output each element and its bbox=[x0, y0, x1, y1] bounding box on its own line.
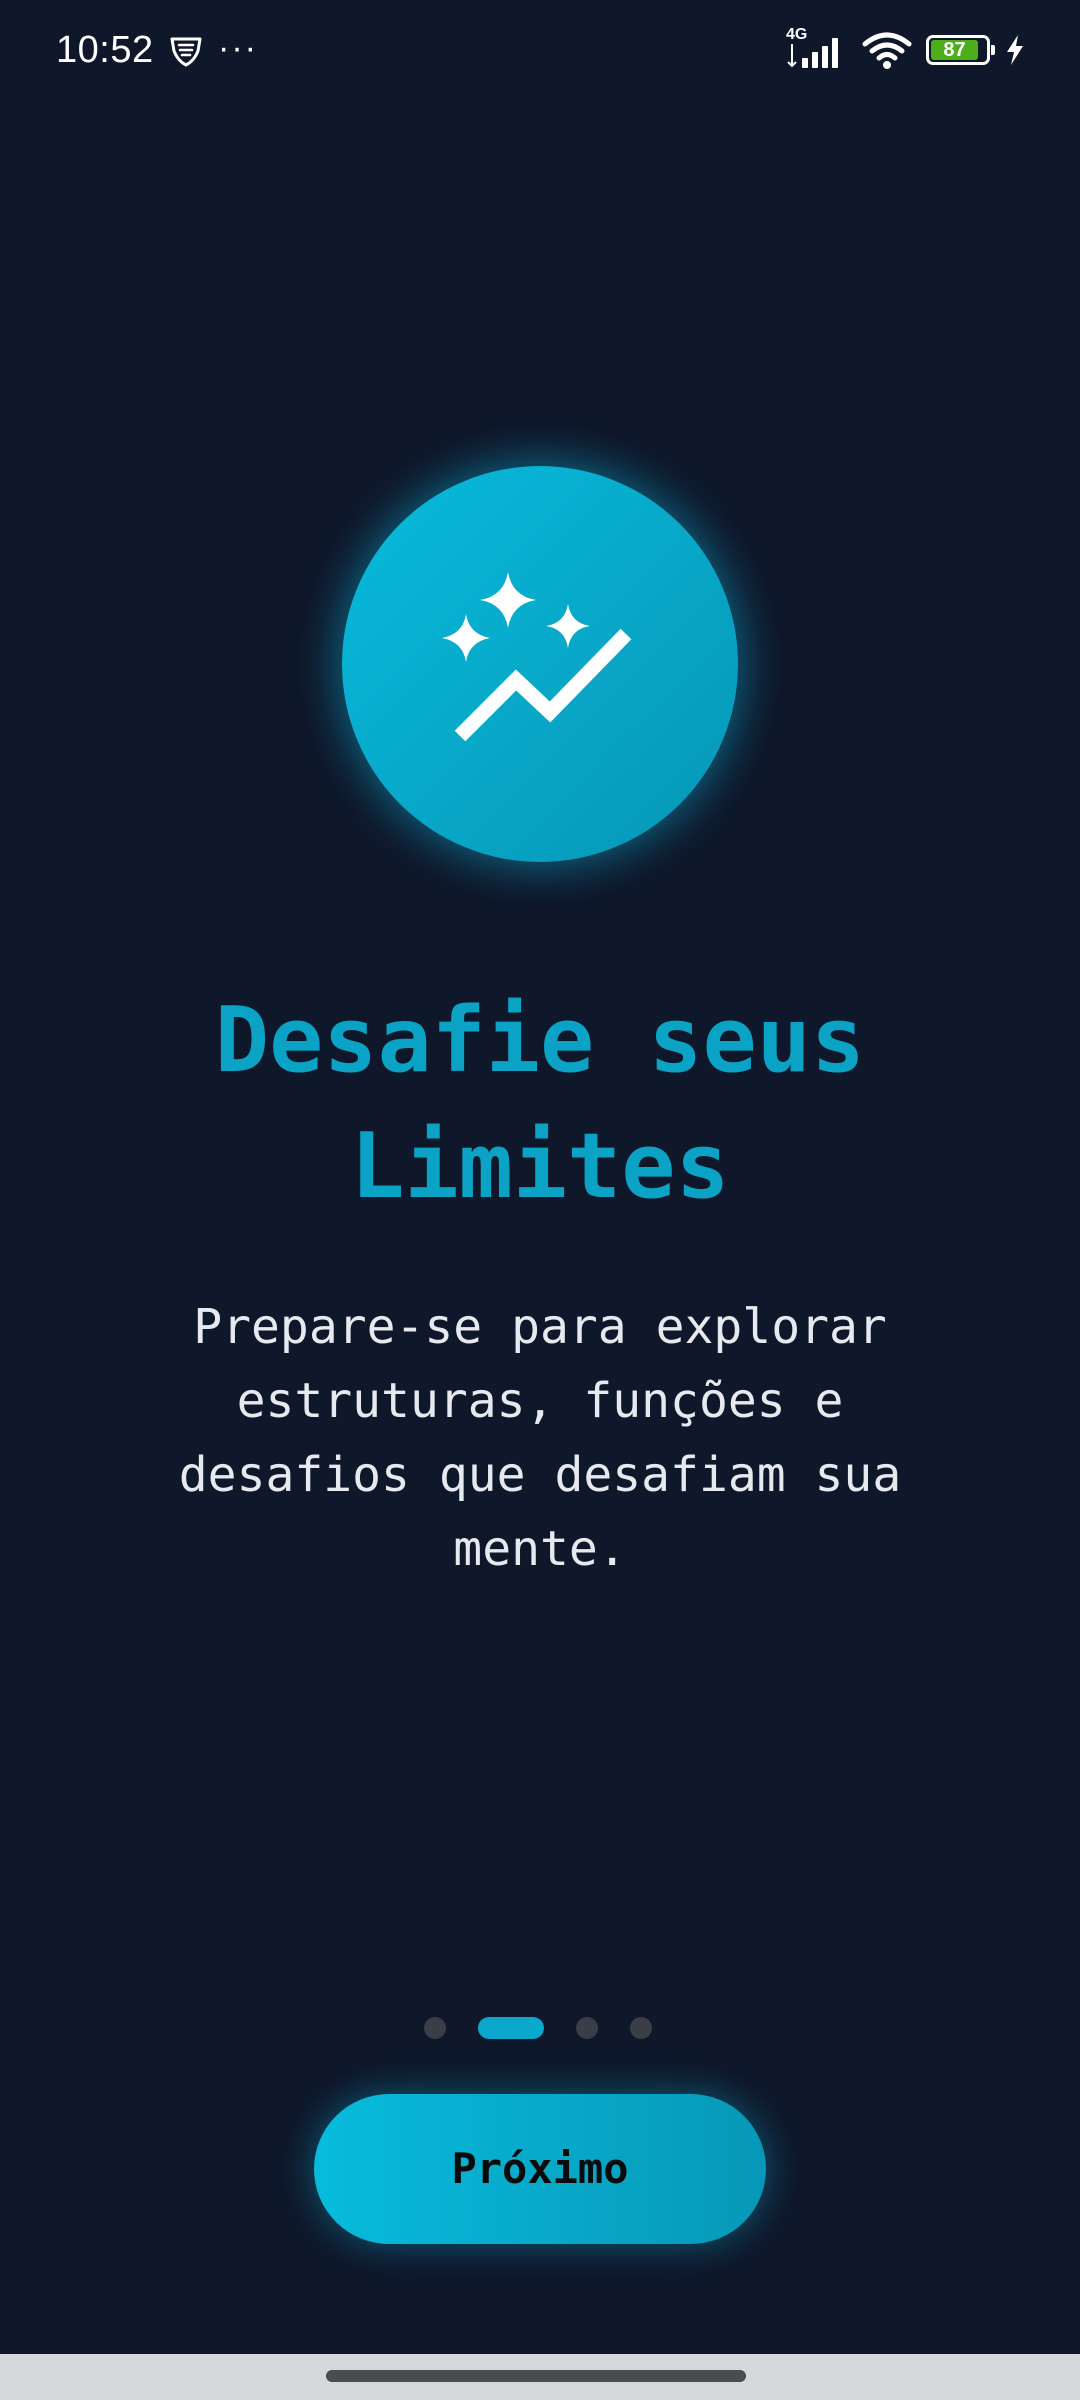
page-dot-2-active[interactable] bbox=[478, 2017, 544, 2039]
next-button[interactable]: Próximo bbox=[314, 2094, 766, 2244]
signal-icon: 4G bbox=[786, 26, 848, 70]
battery-level: 87 bbox=[943, 39, 966, 61]
shield-app-icon bbox=[170, 37, 202, 67]
page-indicator bbox=[0, 2016, 1078, 2040]
more-notifications-icon: ··· bbox=[218, 29, 258, 67]
charging-icon bbox=[1007, 35, 1023, 65]
battery-fill: 87 bbox=[931, 40, 978, 60]
sparkle-trend-icon bbox=[442, 572, 632, 742]
battery-icon: 87 bbox=[926, 35, 995, 65]
wifi-icon bbox=[862, 32, 912, 69]
status-bar: 10:52 ··· 4G 87 bbox=[0, 0, 1080, 100]
page-dot-1[interactable] bbox=[424, 2017, 446, 2039]
onboarding-title: Desafie seus Limites bbox=[214, 988, 866, 1219]
home-indicator[interactable] bbox=[326, 2370, 746, 2382]
onboarding-description: Prepare-se para explorar estruturas, fun… bbox=[178, 1299, 902, 1577]
hero-illustration bbox=[342, 466, 738, 862]
page-dot-4[interactable] bbox=[630, 2017, 652, 2039]
onboarding-screen: 10:52 ··· 4G 87 Desafie seus Limites Pre… bbox=[0, 0, 1080, 2400]
system-indicators: 4G 87 bbox=[786, 26, 1026, 72]
navigation-bar bbox=[0, 2354, 1080, 2400]
status-time: 10:52 bbox=[56, 29, 154, 71]
page-dot-3[interactable] bbox=[576, 2017, 598, 2039]
